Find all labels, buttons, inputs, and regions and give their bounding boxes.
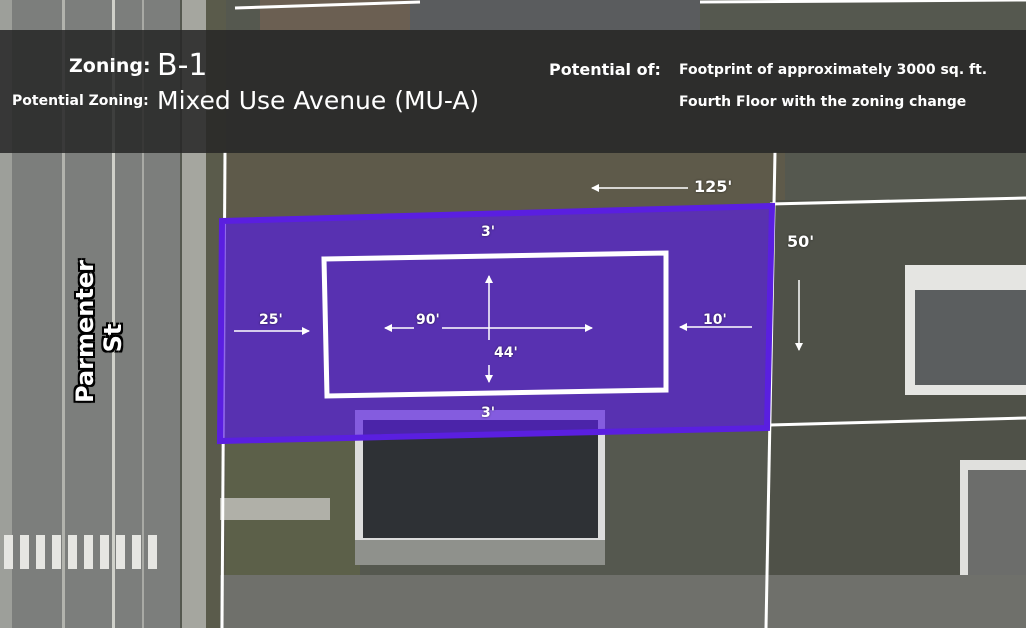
side-setback-top-label: 3' <box>481 224 496 240</box>
building-southeast-roof <box>968 470 1026 580</box>
potential-item-footprint: Footprint of approximately 3000 sq. ft. <box>679 62 988 78</box>
zoning-label: Zoning: <box>69 55 151 77</box>
side-setback-bottom-label: 3' <box>481 405 496 421</box>
driveway <box>220 575 1026 628</box>
lot-length-label: 125' <box>694 177 733 196</box>
potential-item-fourth-floor: Fourth Floor with the zoning change <box>679 94 967 110</box>
front-setback-label: 25' <box>259 312 283 328</box>
rear-setback-label: 10' <box>703 312 727 328</box>
walkway <box>220 498 330 520</box>
potential-zoning-label: Potential Zoning: <box>12 93 149 109</box>
zoning-banner: Zoning: B-1 Potential Zoning: Mixed Use … <box>0 30 1026 153</box>
building-north <box>410 0 700 30</box>
building-south-eave <box>355 540 605 565</box>
zoning-value: B-1 <box>157 48 208 83</box>
lot-width-label: 50' <box>787 232 815 251</box>
building-length-label: 90' <box>416 312 440 328</box>
potential-zoning-value: Mixed Use Avenue (MU-A) <box>157 86 480 115</box>
subject-lot <box>216 202 776 445</box>
building-width-label: 44' <box>494 345 518 361</box>
street-label: Parmenter St <box>71 260 127 403</box>
potential-of-label: Potential of: <box>549 60 661 79</box>
building-east-roof <box>915 290 1026 385</box>
